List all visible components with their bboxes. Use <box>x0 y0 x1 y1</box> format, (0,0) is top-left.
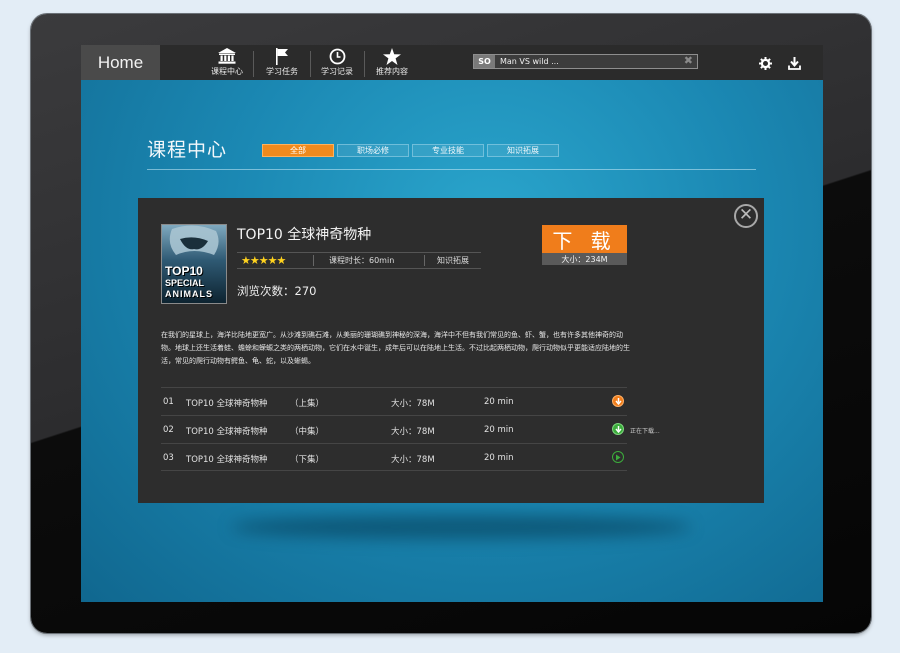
episode-part: （下集） <box>290 455 325 465</box>
close-icon[interactable]: ✖ <box>684 54 693 67</box>
episode-row[interactable]: 01 TOP10 全球神奇物种 （上集） 大小：78M 20 min <box>161 387 627 415</box>
episode-duration: 20 min <box>484 453 514 463</box>
episode-row[interactable]: 02 TOP10 全球神奇物种 （中集） 大小：78M 20 min 正在下载.… <box>161 415 660 443</box>
flag-icon <box>275 46 289 66</box>
search-box: SO ✖ <box>473 54 698 69</box>
downloading-arrow-icon[interactable] <box>612 423 624 435</box>
close-circle-icon[interactable]: ✕ <box>734 204 758 228</box>
download-icon[interactable] <box>788 55 801 74</box>
nav-label: 推荐内容 <box>376 67 408 76</box>
download-size: 大小：234M <box>542 253 627 265</box>
tab-workplace-required[interactable]: 职场必修 <box>337 144 409 157</box>
app-screen: Home 课程中心 学习任务 学习记录 推荐内容 SO Man VS wild … <box>81 45 823 602</box>
top-bar: Home 课程中心 学习任务 学习记录 推荐内容 SO Man VS wild … <box>81 45 823 80</box>
download-button[interactable]: 下 载 <box>542 225 627 253</box>
episode-size: 大小：78M <box>391 455 435 465</box>
episode-number: 03 <box>163 453 174 463</box>
nav-divider <box>253 51 254 77</box>
course-description: 在我们的星球上，海洋比陆地更宽广。从沙滩到礁石滩，从美丽的珊瑚礁到神秘的深海，海… <box>161 331 630 365</box>
episode-part: （上集） <box>290 399 325 409</box>
nav-label: 学习记录 <box>321 67 353 76</box>
tab-professional-skills[interactable]: 专业技能 <box>412 144 484 157</box>
course-duration: 课程时长：60min <box>329 256 395 265</box>
bank-icon <box>218 46 236 66</box>
nav-recommended[interactable]: 推荐内容 <box>374 46 410 79</box>
nav-label: 课程中心 <box>211 67 243 76</box>
nav-divider <box>364 51 365 77</box>
tab-all[interactable]: 全部 <box>262 144 334 157</box>
panel-shadow <box>231 515 691 539</box>
search-input[interactable] <box>500 55 670 68</box>
episode-row[interactable]: 03 TOP10 全球神奇物种 （下集） 大小：78M 20 min <box>161 443 627 471</box>
episode-duration: 20 min <box>484 397 514 407</box>
home-button[interactable]: Home <box>81 45 160 80</box>
episode-part: （中集） <box>290 427 325 437</box>
cover-text: SPECIAL <box>165 278 205 288</box>
nav-course-center[interactable]: 课程中心 <box>209 46 245 79</box>
page-title: 课程中心 <box>147 139 228 161</box>
episode-title: TOP10 全球神奇物种 <box>186 455 268 465</box>
episode-duration: 20 min <box>484 425 514 435</box>
episode-title: TOP10 全球神奇物种 <box>186 427 268 437</box>
nav-label: 学习任务 <box>266 67 298 76</box>
search-badge: SO <box>474 55 495 68</box>
course-category: 知识拓展 <box>437 256 469 265</box>
episode-title: TOP10 全球神奇物种 <box>186 399 268 409</box>
download-arrow-icon[interactable] <box>612 395 624 407</box>
course-cover-image: TOP10 SPECIAL ANIMALS <box>161 224 227 304</box>
star-icon <box>383 46 401 66</box>
nav-study-tasks[interactable]: 学习任务 <box>264 46 300 79</box>
course-meta: ★★★★★ 课程时长：60min 知识拓展 <box>237 252 481 269</box>
tab-knowledge-expansion[interactable]: 知识拓展 <box>487 144 559 157</box>
clock-icon <box>329 46 346 66</box>
meta-divider <box>424 255 425 266</box>
episode-number: 01 <box>163 397 174 407</box>
gear-icon[interactable] <box>759 55 772 74</box>
nav-divider <box>310 51 311 77</box>
episode-size: 大小：78M <box>391 399 435 409</box>
view-count: 浏览次数：270 <box>237 284 317 298</box>
episode-number: 02 <box>163 425 174 435</box>
episode-size: 大小：78M <box>391 427 435 437</box>
rating-stars: ★★★★★ <box>241 254 286 267</box>
cover-text: TOP10 <box>165 264 203 278</box>
play-icon[interactable] <box>612 451 624 463</box>
download-status: 正在下载... <box>630 428 660 435</box>
cover-text: ANIMALS <box>165 289 213 299</box>
course-detail-panel: ✕ TOP10 SPECIAL ANIMALS TOP10 全球神奇物种 ★★★… <box>138 198 764 503</box>
course-title: TOP10 全球神奇物种 <box>237 227 372 243</box>
title-divider <box>147 169 756 170</box>
meta-divider <box>313 255 314 266</box>
nav-study-records[interactable]: 学习记录 <box>319 46 355 79</box>
